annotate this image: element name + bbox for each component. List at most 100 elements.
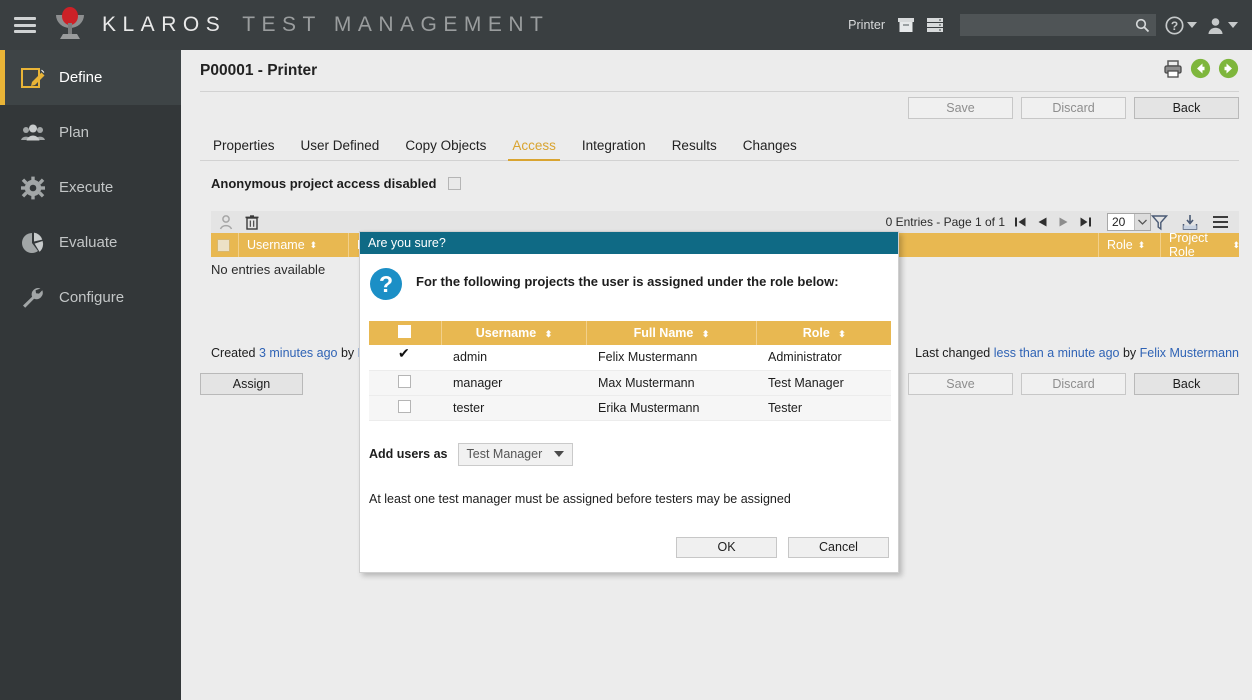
row-select-cell[interactable]	[369, 395, 441, 421]
discard-button-bottom[interactable]: Discard	[1021, 373, 1126, 395]
hamburger-icon[interactable]	[14, 17, 36, 33]
sort-icon[interactable]: ⬍	[545, 329, 552, 339]
row-role: Administrator	[756, 345, 891, 371]
row-checkbox[interactable]	[398, 399, 411, 413]
sort-icon[interactable]: ⬍	[1138, 240, 1145, 250]
dialog-table-row[interactable]: admin Felix Mustermann Administrator	[369, 345, 891, 371]
row-checkbox[interactable]	[398, 374, 411, 388]
add-users-role-value: Test Manager	[466, 447, 543, 461]
tab-bar: Properties User Defined Copy Objects Acc…	[200, 132, 1239, 161]
page-title: P00001 - Printer	[200, 62, 318, 79]
chevron-down-icon[interactable]	[1228, 22, 1238, 28]
row-fullname: Max Mustermann	[586, 370, 756, 396]
confirm-dialog: Are you sure? ? For the following projec…	[359, 231, 899, 573]
anonymous-access-checkbox[interactable]	[448, 177, 462, 190]
svg-text:?: ?	[1171, 19, 1178, 33]
sidebar-item-execute[interactable]: Execute	[0, 160, 181, 215]
tab-access[interactable]: Access	[499, 138, 569, 161]
empty-grid-message: No entries available	[211, 262, 326, 277]
column-header-username[interactable]: Username ⬍	[239, 233, 349, 257]
column-header-project-role[interactable]: Project Role ⬍	[1161, 231, 1240, 259]
export-download-icon[interactable]	[1181, 214, 1199, 231]
page-next-icon[interactable]	[1057, 215, 1071, 229]
dialog-select-all-checkbox[interactable]	[398, 325, 412, 338]
brand-primary: KLAROS	[102, 13, 227, 36]
back-button-top[interactable]: Back	[1134, 97, 1239, 119]
tab-integration[interactable]: Integration	[569, 138, 659, 160]
page-first-icon[interactable]	[1013, 215, 1027, 229]
dialog-message: For the following projects the user is a…	[416, 274, 839, 289]
help-circle-icon[interactable]: ?	[1165, 15, 1184, 35]
global-search-box[interactable]	[960, 14, 1156, 36]
tab-changes[interactable]: Changes	[730, 138, 810, 160]
help-menu[interactable]: ?	[1165, 15, 1197, 35]
chevron-down-icon[interactable]	[554, 451, 565, 457]
dialog-select-all-header[interactable]	[369, 321, 442, 345]
trash-icon[interactable]	[244, 214, 260, 230]
sidebar-item-define[interactable]: Define	[0, 50, 181, 105]
page-last-icon[interactable]	[1079, 215, 1093, 229]
sort-icon[interactable]: ⬍	[838, 329, 845, 339]
select-all-header[interactable]	[211, 233, 239, 257]
save-button-bottom[interactable]: Save	[908, 373, 1013, 395]
search-input[interactable]	[966, 17, 1135, 33]
klaros-logo-icon[interactable]	[48, 5, 92, 45]
dialog-table-row[interactable]: manager Max Mustermann Test Manager	[369, 370, 891, 396]
hamburger-line	[14, 23, 36, 27]
database-icon[interactable]	[925, 16, 945, 34]
page-prev-icon[interactable]	[1035, 215, 1049, 229]
changed-time-link[interactable]: less than a minute ago	[994, 346, 1120, 360]
row-select-cell[interactable]	[369, 345, 441, 371]
dialog-column-role[interactable]: Role ⬍	[756, 321, 891, 345]
header-divider	[200, 91, 1239, 92]
row-select-cell[interactable]	[369, 370, 441, 396]
header-right-tools: Printer ?	[848, 14, 1238, 36]
page-size-select[interactable]: 20	[1107, 213, 1151, 231]
user-menu[interactable]	[1206, 16, 1238, 35]
printer-icon[interactable]	[1163, 59, 1183, 79]
sidebar-item-evaluate[interactable]: Evaluate	[0, 215, 181, 270]
changed-by-link[interactable]: Felix Mustermann	[1140, 346, 1239, 360]
dialog-column-username[interactable]: Username ⬍	[441, 321, 587, 345]
cancel-button[interactable]: Cancel	[788, 537, 889, 558]
grid-pagination: 0 Entries - Page 1 of 1 20	[886, 213, 1151, 231]
page-title-icons	[1163, 58, 1239, 79]
user-add-icon[interactable]	[218, 214, 234, 230]
sort-icon[interactable]: ⬍	[1232, 240, 1239, 250]
tab-results[interactable]: Results	[659, 138, 730, 160]
created-time-link[interactable]: 3 minutes ago	[259, 346, 338, 360]
save-button-top[interactable]: Save	[908, 97, 1013, 119]
last-changed-info: Last changed less than a minute ago by F…	[915, 346, 1239, 360]
sidebar-item-plan[interactable]: Plan	[0, 105, 181, 160]
tab-properties[interactable]: Properties	[200, 138, 288, 160]
anonymous-access-row: Anonymous project access disabled	[211, 176, 462, 191]
sort-icon[interactable]: ⬍	[310, 240, 317, 250]
sidebar-item-configure[interactable]: Configure	[0, 270, 181, 325]
arrow-right-circle-icon[interactable]	[1218, 58, 1239, 79]
dialog-column-fullname[interactable]: Full Name ⬍	[586, 321, 757, 345]
back-button-bottom[interactable]: Back	[1134, 373, 1239, 395]
created-prefix: Created	[211, 346, 259, 360]
add-users-role-select[interactable]: Test Manager	[457, 442, 574, 466]
archive-box-icon[interactable]	[896, 16, 916, 34]
arrow-left-circle-icon[interactable]	[1190, 58, 1211, 79]
discard-button-top[interactable]: Discard	[1021, 97, 1126, 119]
grid-menu-icon[interactable]	[1212, 215, 1229, 229]
chevron-down-icon[interactable]	[1134, 214, 1150, 230]
sort-icon[interactable]: ⬍	[702, 329, 709, 339]
tab-copy-objects[interactable]: Copy Objects	[392, 138, 499, 160]
user-avatar-icon[interactable]	[1206, 16, 1225, 35]
row-checkbox[interactable]	[398, 345, 411, 363]
chevron-down-icon[interactable]	[1187, 22, 1197, 28]
assign-button[interactable]: Assign	[200, 373, 303, 395]
gear-icon	[20, 176, 46, 200]
filter-funnel-icon[interactable]	[1151, 214, 1168, 231]
column-label: Role	[1107, 238, 1133, 252]
dialog-table-row[interactable]: tester Erika Mustermann Tester	[369, 395, 891, 421]
bottom-action-buttons: Save Discard Back	[908, 373, 1239, 395]
select-all-checkbox[interactable]	[217, 238, 230, 252]
column-header-role[interactable]: Role ⬍	[1099, 233, 1161, 257]
ok-button[interactable]: OK	[676, 537, 777, 558]
search-icon[interactable]	[1135, 18, 1150, 33]
tab-user-defined[interactable]: User Defined	[288, 138, 393, 160]
